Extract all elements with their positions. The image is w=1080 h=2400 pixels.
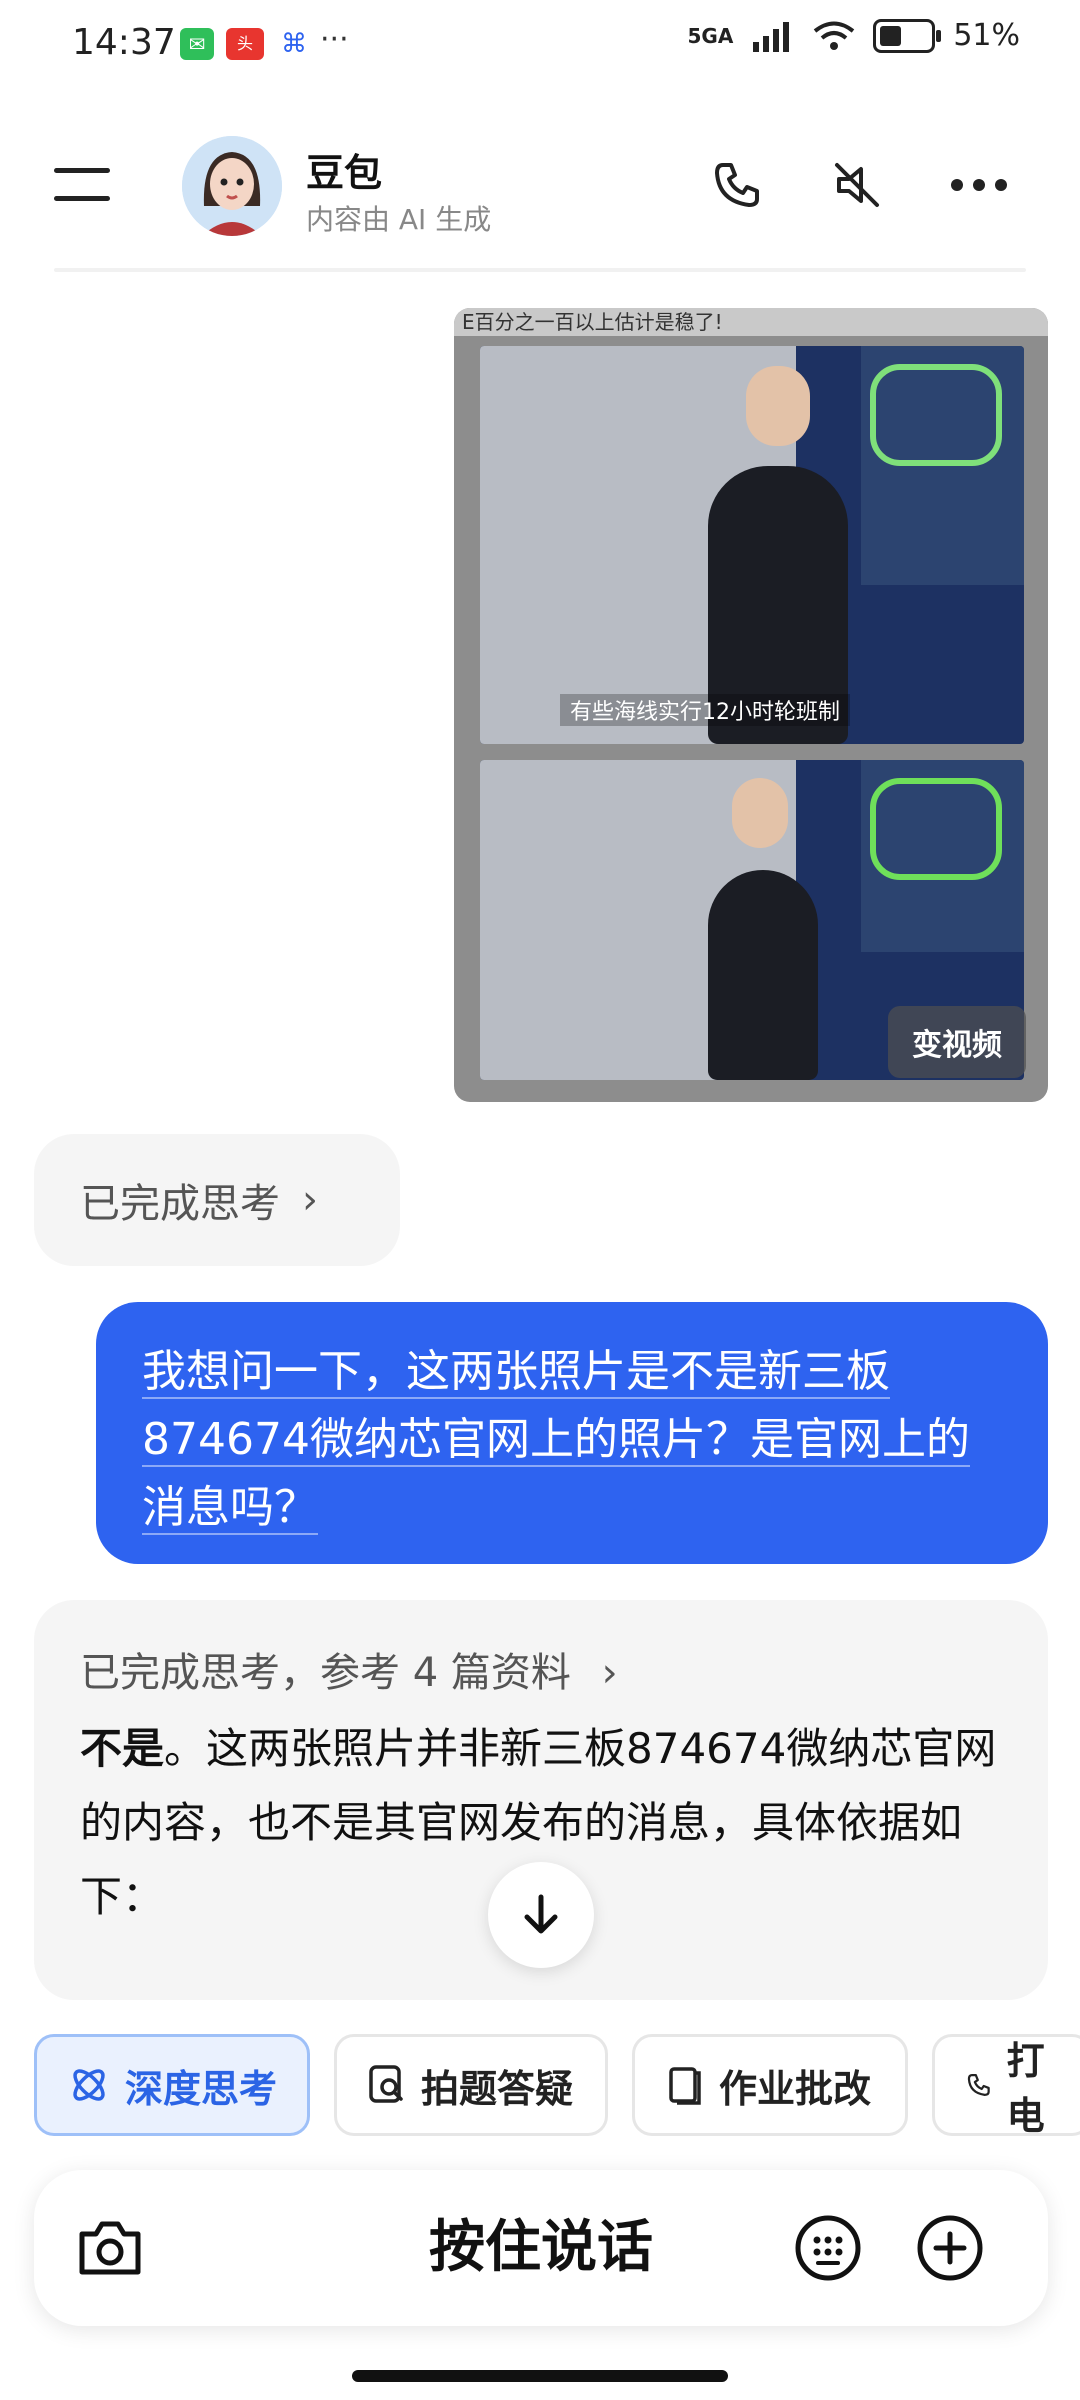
home-indicator[interactable]: [352, 2370, 728, 2382]
call-button[interactable]: [702, 150, 772, 220]
add-button[interactable]: [910, 2208, 990, 2288]
chip-label: 作业批改: [719, 2066, 872, 2111]
chip-label: 拍题答疑: [421, 2066, 574, 2111]
signal-icon: [753, 21, 790, 52]
chevron-right-icon: ›: [302, 1177, 318, 1223]
atom-icon: [73, 2069, 105, 2101]
chip-photo-question[interactable]: 拍题答疑: [334, 2034, 608, 2136]
chip-label: 深度思考: [125, 2066, 278, 2111]
avatar[interactable]: [182, 136, 282, 236]
keyboard-icon: [795, 2215, 861, 2281]
wifi-icon: [814, 21, 855, 50]
phone-icon: [715, 163, 759, 207]
battery-fill: [880, 25, 902, 46]
answer-bold: 不是: [80, 1724, 165, 1773]
chip-call[interactable]: 打电: [932, 2034, 1080, 2138]
chip-label: 打电: [1006, 2039, 1045, 2138]
user-message-line: 我想问一下，这两张照片是不是新三板: [142, 1346, 890, 1399]
thinking-label: 已完成思考: [80, 1181, 280, 1227]
more-dots-icon: [951, 179, 1007, 191]
photo-top-caption: E百分之一百以上估计是稳了!: [454, 308, 1048, 336]
scroll-to-bottom-button[interactable]: [488, 1862, 594, 1968]
user-message-line: 消息吗？: [142, 1482, 318, 1535]
mute-icon: [835, 163, 879, 207]
network-type: 5GA: [687, 23, 734, 48]
battery-icon: [873, 18, 942, 53]
phone-icon: [967, 2074, 990, 2096]
status-right: 5GA 51%: [688, 18, 1021, 53]
user-message-bubble[interactable]: 我想问一下，这两张照片是不是新三板 874674微纳芯官网上的照片？是官网上的 …: [96, 1302, 1048, 1564]
thinking-status-pill[interactable]: 已完成思考 ›: [34, 1134, 400, 1266]
battery-percent: 51%: [953, 18, 1020, 53]
bot-name: 豆包: [306, 151, 383, 195]
user-message-line: 874674微纳芯官网上的照片？是官网上的: [142, 1414, 970, 1467]
user-photo[interactable]: E百分之一百以上估计是稳了! 有些海线实行12小时轮班制: [454, 308, 1048, 1102]
photo-subtitle-upper: 有些海线实行12小时轮班制: [560, 694, 850, 726]
more-options-button[interactable]: [944, 150, 1014, 220]
camera-button[interactable]: [70, 2208, 150, 2288]
status-time: 14:37: [72, 22, 176, 63]
app-notify-icon: ⌘: [281, 29, 307, 59]
toutiao-icon: 头: [226, 28, 264, 60]
keyboard-toggle-button[interactable]: [788, 2208, 868, 2288]
hold-to-talk-button[interactable]: 按住说话: [34, 2170, 1048, 2326]
reference-label: 已完成思考，参考 4 篇资料: [80, 1650, 571, 1696]
reference-summary[interactable]: 已完成思考，参考 4 篇资料 ›: [80, 1640, 618, 1698]
mute-button[interactable]: [822, 150, 892, 220]
to-video-button[interactable]: 变视频: [888, 1006, 1026, 1078]
voice-input-bar: 按住说话: [34, 2170, 1048, 2326]
arrow-down-icon: [524, 1894, 558, 1934]
status-bar: 14:37 ✉ 头 ⌘ ··· 5GA 51%: [0, 0, 1080, 90]
more-notifications-icon: ···: [320, 22, 349, 57]
bot-subtitle: 内容由 AI 生成: [306, 203, 492, 236]
chip-deep-think[interactable]: 深度思考: [34, 2034, 310, 2136]
header-divider: [54, 268, 1026, 272]
wechat-icon: ✉: [180, 28, 214, 60]
avatar-portrait: [182, 136, 282, 236]
camera-icon: [79, 2221, 141, 2275]
chip-homework-grading[interactable]: 作业批改: [632, 2034, 908, 2136]
plus-circle-icon: [917, 2215, 983, 2281]
photo-screen-upper: 有些海线实行12小时轮班制: [480, 346, 1024, 744]
photo-search-icon: [369, 2065, 403, 2103]
homework-icon: [669, 2067, 701, 2105]
chevron-right-icon: ›: [601, 1650, 618, 1696]
menu-icon[interactable]: [54, 168, 110, 173]
